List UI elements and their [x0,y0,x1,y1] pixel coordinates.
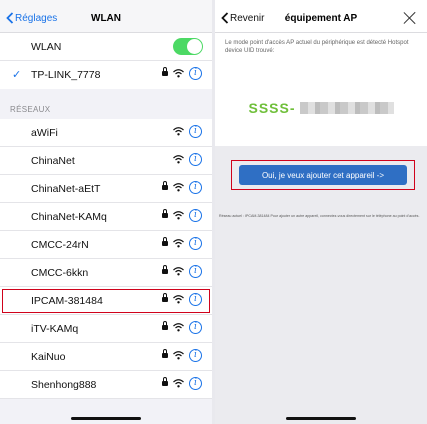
network-row[interactable]: iTV-KAMq i [0,315,212,343]
info-icon[interactable]: i [189,181,202,194]
network-row[interactable]: Shenhong888 i [0,371,212,399]
lock-icon [162,349,168,359]
wifi-icon [173,211,184,220]
lock-icon [162,265,168,275]
info-icon[interactable]: i [189,377,202,390]
wifi-icon [173,295,184,304]
ssid-prefix: SSSS- [248,100,296,116]
lock-icon [162,293,168,303]
network-row[interactable]: CMCC-24rN i [0,231,212,259]
info-icon[interactable]: i [189,321,202,334]
action-area: Oui, je veux ajouter cet appareil -> Rés… [215,146,427,424]
page-title: WLAN [91,13,121,24]
info-icon[interactable]: i [189,67,202,80]
info-icon[interactable]: i [189,237,202,250]
nav-bar: Revenir équipement AP [215,6,427,33]
network-row[interactable]: ChinaNet i [0,147,212,175]
network-label: ChinaNet-KAMq [31,211,107,223]
wifi-icon [173,127,184,136]
connected-network-row[interactable]: ✓ TP-LINK_7778 i [0,61,212,89]
wifi-icon [173,183,184,192]
wlan-settings-screen: Réglages WLAN WLAN ✓ TP-LINK_7778 i RÉSE… [0,0,212,424]
home-indicator [286,417,356,420]
network-list: aWiFi i ChinaNet i ChinaNet-aEtT i ChinaNet-KA… [0,119,212,399]
lock-icon [162,321,168,331]
lock-icon [162,209,168,219]
section-label: RÉSEAUX [10,105,51,114]
network-label: aWiFi [31,127,58,139]
close-icon[interactable] [403,11,417,25]
lock-icon [162,67,168,77]
network-note: Réseau actuel : IPCAM-381484 Pour ajoute… [219,214,420,218]
info-icon[interactable]: i [189,153,202,166]
info-icon[interactable]: i [189,209,202,222]
info-icon[interactable]: i [189,125,202,138]
confirm-button-highlight: Oui, je veux ajouter cet appareil -> [231,160,415,190]
network-label: Shenhong888 [31,379,97,391]
network-row[interactable]: KaiNuo i [0,343,212,371]
wifi-icon [173,69,184,78]
home-indicator [71,417,141,420]
lock-icon [162,237,168,247]
checkmark-icon: ✓ [12,69,22,81]
network-label: iTV-KAMq [31,323,79,335]
network-row[interactable]: CMCC-6kkn i [0,259,212,287]
wifi-icon [173,267,184,276]
section-header: RÉSEAUX [0,89,212,119]
network-label: CMCC-6kkn [31,267,89,279]
network-label: IPCAM-381484 [31,295,103,307]
wifi-icon [173,239,184,248]
page-title: équipement AP [284,13,358,24]
wifi-icon [173,323,184,332]
network-row[interactable]: IPCAM-381484 i [0,287,212,315]
device-ssid: SSSS- [215,100,427,116]
ssid-redacted [299,102,394,114]
wifi-icon [173,379,184,388]
wlan-toggle-row: WLAN [0,33,212,61]
info-icon[interactable]: i [189,265,202,278]
wlan-label: WLAN [31,41,62,53]
network-row[interactable]: aWiFi i [0,119,212,147]
network-label: ChinaNet [31,155,75,167]
info-icon[interactable]: i [189,349,202,362]
add-device-button[interactable]: Oui, je veux ajouter cet appareil -> [239,165,407,185]
network-row[interactable]: ChinaNet-KAMq i [0,203,212,231]
lock-icon [162,377,168,387]
network-label: ChinaNet-aEtT [31,183,101,195]
lock-icon [162,181,168,191]
network-label: TP-LINK_7778 [31,69,101,81]
network-label: KaiNuo [31,351,66,363]
network-label: CMCC-24rN [31,239,89,251]
network-row[interactable]: ChinaNet-aEtT i [0,175,212,203]
nav-bar: Réglages WLAN [0,6,212,33]
detection-description: Le mode point d'accès AP actuel du périp… [225,40,409,54]
info-icon[interactable]: i [189,293,202,306]
wifi-icon [173,351,184,360]
wifi-icon [173,155,184,164]
ap-device-screen: Revenir équipement AP Le mode point d'ac… [215,0,427,424]
wlan-toggle[interactable] [173,38,203,55]
